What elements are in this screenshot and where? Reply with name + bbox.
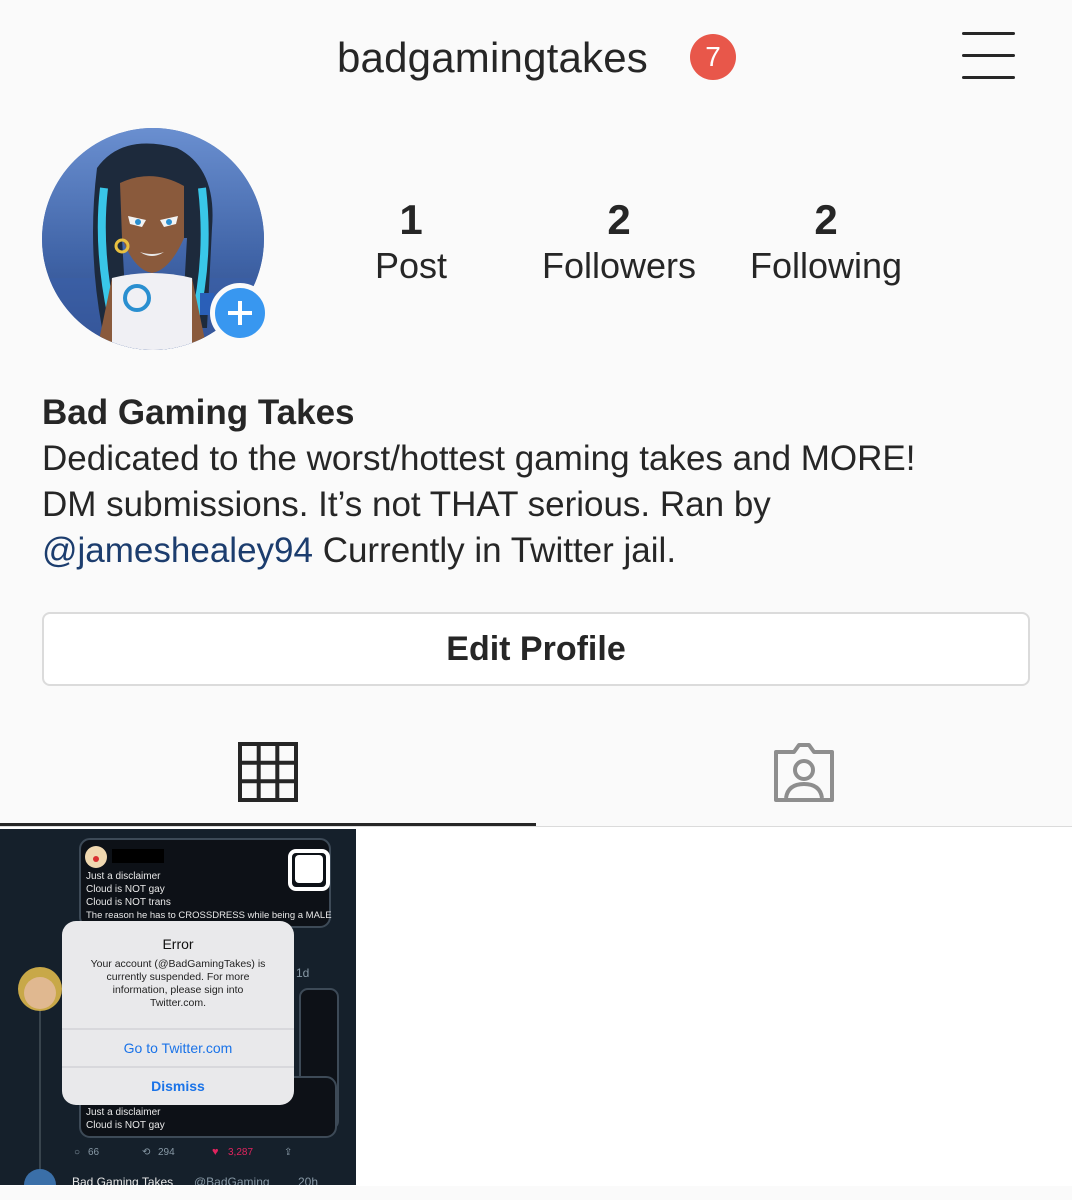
edit-profile-button[interactable]: Edit Profile (42, 612, 1030, 686)
top-bar: badgamingtakes 7 (0, 0, 1072, 116)
followers-stat[interactable]: 2 Followers (519, 196, 719, 288)
tweet-top-line-2: Cloud is NOT gay (86, 884, 165, 895)
following-count: 2 (814, 196, 838, 243)
posts-grid: Just a disclaimer Cloud is NOT gay Cloud… (0, 827, 1072, 1200)
tab-grid[interactable] (0, 720, 536, 826)
dialog-go-to-twitter: Go to Twitter.com (124, 1040, 233, 1056)
profile-display-name: Bad Gaming Takes (42, 393, 355, 432)
tab-tagged[interactable] (536, 720, 1072, 826)
tagged-person-icon (774, 743, 834, 802)
dialog-dismiss: Dismiss (151, 1078, 205, 1094)
bio-line-3: @jameshealey94 Currently in Twitter jail… (42, 528, 1042, 574)
tweet-bottom-line-1: Just a disclaimer (86, 1107, 161, 1118)
dialog-title: Error (162, 936, 193, 952)
svg-text:⟲: ⟲ (142, 1147, 151, 1158)
tweet-bottom-line-2: Cloud is NOT gay (86, 1120, 165, 1131)
profile-tabs (0, 720, 1072, 827)
svg-text:♥: ♥ (212, 1146, 219, 1158)
followers-count: 2 (607, 196, 631, 243)
following-stat[interactable]: 2 Following (726, 196, 926, 288)
profile-username[interactable]: badgamingtakes (337, 34, 648, 82)
tweet-likes: 3,287 (228, 1147, 253, 1158)
bio-line-2: DM submissions. It’s not THAT serious. R… (42, 485, 771, 524)
svg-text:⇪: ⇪ (284, 1147, 292, 1158)
hamburger-menu-icon[interactable] (962, 32, 1015, 80)
tweet-retweets: 294 (158, 1147, 175, 1158)
bio-line-1: Dedicated to the worst/hottest gaming ta… (42, 439, 916, 478)
tweet-top-line-1: Just a disclaimer (86, 871, 161, 882)
tweet-replies: 66 (88, 1147, 100, 1158)
tweet-footer-time: 20h (298, 1175, 318, 1185)
dialog-msg-2: currently suspended. For more (107, 971, 250, 983)
following-label: Following (749, 245, 903, 286)
tweet-footer-handle: @BadGaming (194, 1175, 270, 1185)
add-story-button[interactable] (210, 283, 270, 343)
tweet-footer-name: Bad Gaming Takes (72, 1175, 173, 1185)
grid-icon (238, 741, 298, 802)
posts-label: Post (374, 245, 448, 286)
post-thumbnail[interactable]: Just a disclaimer Cloud is NOT gay Cloud… (0, 829, 356, 1185)
svg-text:○: ○ (74, 1147, 80, 1158)
tweet-top-line-3: Cloud is NOT trans (86, 897, 171, 908)
notification-badge[interactable]: 7 (690, 34, 736, 80)
bio-mention-link[interactable]: @jameshealey94 (42, 531, 313, 570)
dialog-msg-3: information, please sign into (113, 984, 244, 996)
profile-bio: Bad Gaming Takes Dedicated to the worst/… (42, 390, 1042, 574)
dialog-msg-4: Twitter.com. (150, 997, 206, 1009)
followers-label: Followers (541, 245, 697, 286)
dialog-msg-1: Your account (@BadGamingTakes) is (91, 958, 266, 970)
bio-line-3-text: Currently in Twitter jail. (312, 531, 677, 570)
bottom-strip (0, 1186, 1072, 1200)
posts-stat[interactable]: 1 Post (311, 196, 511, 288)
posts-count: 1 (399, 196, 423, 243)
tweet-top-line-4: The reason he has to CROSSDRESS while be… (86, 910, 332, 921)
plus-icon (228, 301, 252, 325)
tweet-time: 1d (296, 966, 309, 980)
